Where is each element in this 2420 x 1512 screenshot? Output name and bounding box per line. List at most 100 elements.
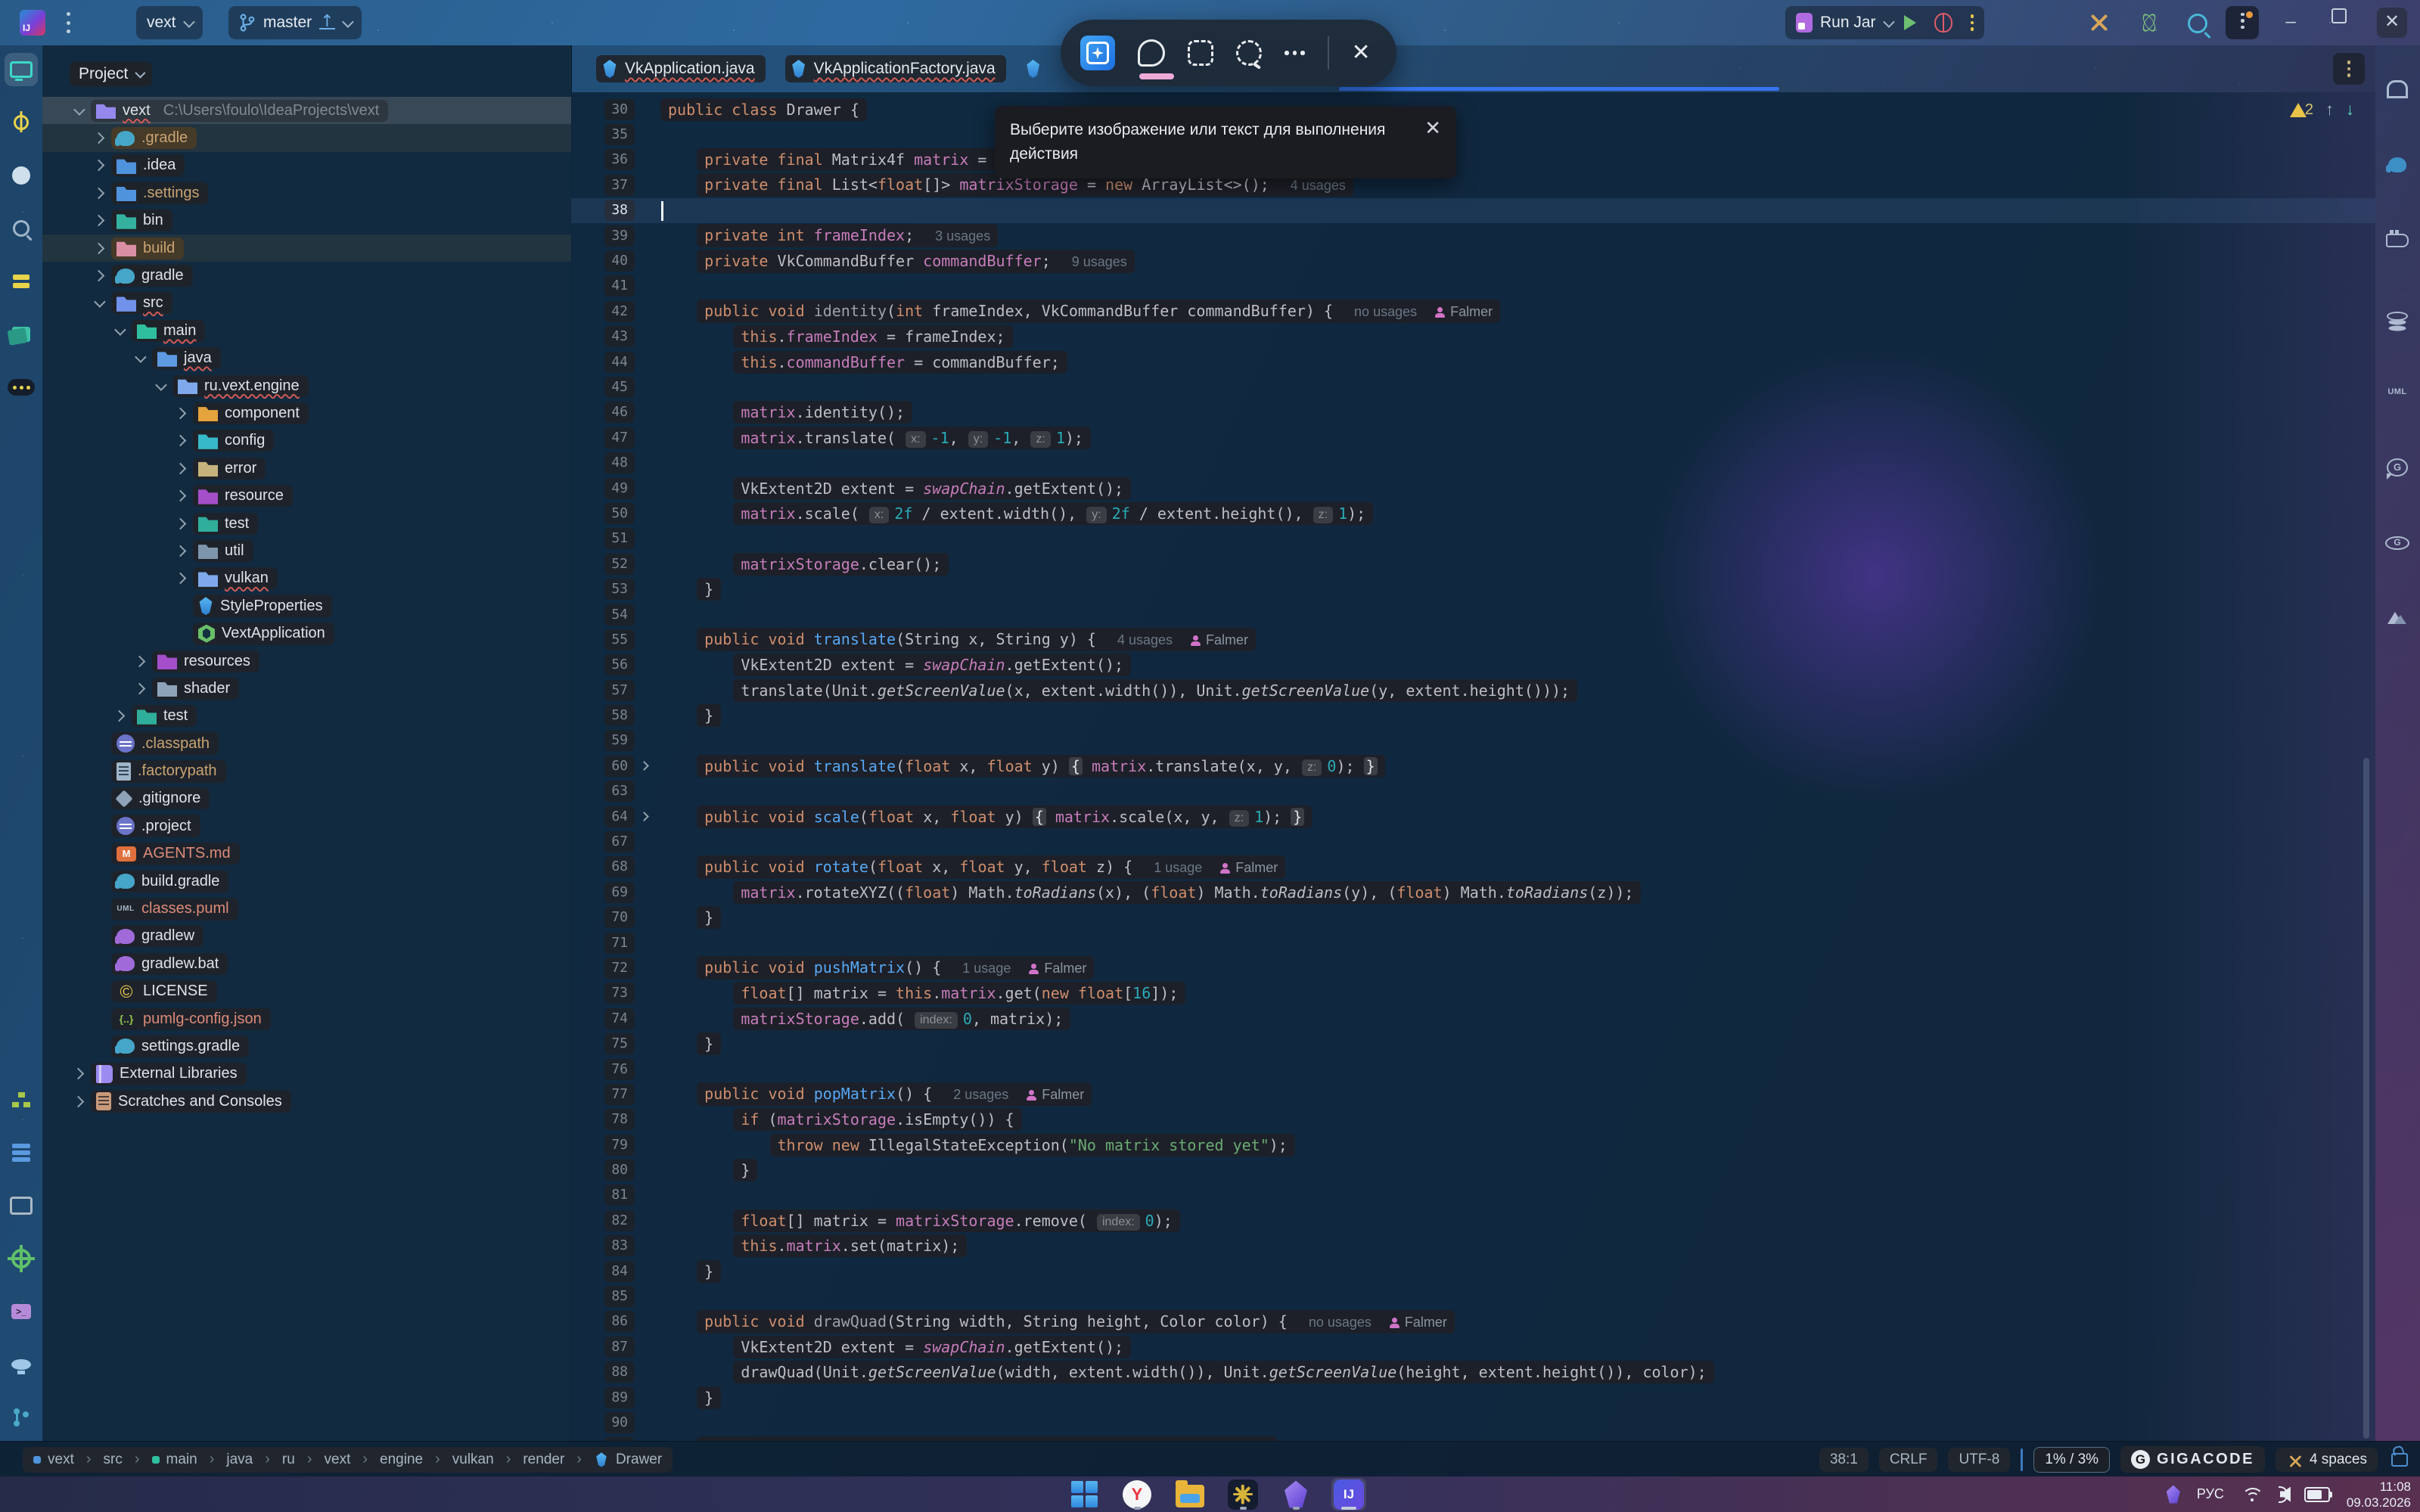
tree-chevron-icon[interactable] bbox=[126, 354, 152, 362]
taskbar-app-star-app[interactable] bbox=[1226, 1478, 1260, 1510]
tool-window-button-services[interactable] bbox=[5, 1136, 38, 1169]
tooltip-close-icon[interactable]: ✕ bbox=[1424, 118, 1441, 166]
ai-quota-widget[interactable]: 1% / 3% bbox=[2033, 1447, 2110, 1473]
code-line-39[interactable]: 39 private int frameIndex;3 usages bbox=[571, 223, 2375, 248]
tab-VkApplicationFactory.java[interactable]: VkApplicationFactory.java bbox=[785, 55, 1006, 82]
tree-item-.project[interactable]: .project bbox=[42, 812, 571, 840]
code-line-50[interactable]: 50 matrix.scale( x:2f / extent.width(), … bbox=[571, 501, 2375, 526]
more-tools-icon[interactable] bbox=[1285, 51, 1305, 55]
breadcrumb-vext[interactable]: vext bbox=[48, 1451, 74, 1468]
battery-icon[interactable] bbox=[2304, 1487, 2330, 1502]
tree-chevron-icon[interactable] bbox=[65, 1098, 91, 1106]
code-line-36[interactable]: 36 private final Matrix4f matrix = bbox=[571, 147, 2375, 172]
run-more-actions-icon[interactable] bbox=[1971, 14, 1974, 31]
volume-icon[interactable] bbox=[2280, 1486, 2288, 1503]
code-line-49[interactable]: 49 VkExtent2D extent = swapChain.getExte… bbox=[571, 476, 2375, 501]
tree-item-.classpath[interactable]: .classpath bbox=[42, 730, 571, 757]
tool-window-button-problems[interactable] bbox=[5, 1189, 38, 1222]
tool-window-button-maven[interactable] bbox=[2381, 602, 2414, 635]
tree-item-util[interactable]: util bbox=[42, 537, 571, 564]
plugins-atom-icon[interactable] bbox=[2138, 11, 2161, 34]
ai-select-tool-icon[interactable] bbox=[1080, 36, 1115, 70]
tree-item-Scratches and Consoles[interactable]: Scratches and Consoles bbox=[42, 1088, 571, 1115]
unlock-icon[interactable] bbox=[2391, 1453, 2408, 1467]
project-panel-header[interactable]: Project bbox=[42, 45, 571, 97]
tree-item-vulkan[interactable]: vulkan bbox=[42, 565, 571, 592]
tree-item-vext[interactable]: vextC:\Users\foulo\IdeaProjects\vext bbox=[42, 97, 571, 124]
chevron-down-icon[interactable] bbox=[1883, 16, 1895, 28]
tree-chevron-icon[interactable] bbox=[85, 216, 111, 225]
code-line-64[interactable]: 64 public void scale(float x, float y) {… bbox=[571, 804, 2375, 829]
tree-item-resources[interactable]: resources bbox=[42, 647, 571, 675]
code-line-82[interactable]: 82 float[] matrix = matrixStorage.remove… bbox=[571, 1208, 2375, 1233]
gigacode-widget[interactable]: GIGACODE bbox=[2120, 1446, 2265, 1473]
encoding-widget[interactable]: UTF-8 bbox=[1948, 1448, 2010, 1472]
tree-chevron-icon[interactable] bbox=[167, 574, 193, 582]
run-config-label[interactable]: Run Jar bbox=[1820, 14, 1876, 32]
code-line-91[interactable]: 91 public void drawQuad(float width, flo… bbox=[571, 1436, 2375, 1441]
code-line-87[interactable]: 87 VkExtent2D extent = swapChain.getExte… bbox=[571, 1334, 2375, 1359]
tree-item-.settings[interactable]: .settings bbox=[42, 179, 571, 206]
breadcrumb-Drawer[interactable]: Drawer bbox=[616, 1451, 662, 1468]
code-line-74[interactable]: 74 matrixStorage.add( index:0, matrix); bbox=[571, 1006, 2375, 1031]
tree-chevron-icon[interactable] bbox=[167, 464, 193, 473]
tree-chevron-icon[interactable] bbox=[85, 189, 111, 197]
close-button[interactable]: ✕ bbox=[2377, 8, 2407, 38]
code-line-77[interactable]: 77 public void popMatrix() {2 usagesFalm… bbox=[571, 1082, 2375, 1107]
taskbar-app-intellij-idea[interactable] bbox=[1331, 1478, 1366, 1510]
intellij-logo-icon[interactable] bbox=[20, 10, 45, 36]
tool-window-button-structure[interactable] bbox=[5, 1083, 38, 1116]
tree-item-StyleProperties[interactable]: StyleProperties bbox=[42, 592, 571, 619]
project-selector[interactable]: vext bbox=[136, 6, 203, 39]
tool-window-button-build[interactable] bbox=[5, 1348, 38, 1381]
code-line-53[interactable]: 53 } bbox=[571, 576, 2375, 601]
tree-chevron-icon[interactable] bbox=[85, 272, 111, 280]
tree-item-bin[interactable]: bin bbox=[42, 207, 571, 234]
tools-icon[interactable] bbox=[2089, 12, 2109, 32]
code-line-88[interactable]: 88 drawQuad(Unit.getScreenValue(width, e… bbox=[571, 1360, 2375, 1385]
close-toolbar-icon[interactable]: ✕ bbox=[1352, 42, 1371, 64]
tree-item-.factorypath[interactable]: .factorypath bbox=[42, 757, 571, 784]
code-line-38[interactable]: 38 bbox=[571, 198, 2375, 223]
code-line-79[interactable]: 79 throw new IllegalStateException("No m… bbox=[571, 1132, 2375, 1157]
caret-position-widget[interactable]: 38:1 bbox=[1819, 1448, 1869, 1472]
code-line-47[interactable]: 47 matrix.translate( x:-1, y:-1, z:1); bbox=[571, 425, 2375, 450]
tree-chevron-icon[interactable] bbox=[106, 327, 132, 335]
tree-item-AGENTS.md[interactable]: AGENTS.md bbox=[42, 840, 571, 868]
tree-item-test[interactable]: test bbox=[42, 510, 571, 537]
tree-item-shader[interactable]: shader bbox=[42, 675, 571, 702]
code-line-44[interactable]: 44 this.commandBuffer = commandBuffer; bbox=[571, 349, 2375, 374]
code-line-76[interactable]: 76 bbox=[571, 1057, 2375, 1082]
fold-marker-icon[interactable] bbox=[635, 762, 653, 769]
breadcrumb-vulkan[interactable]: vulkan bbox=[452, 1451, 494, 1468]
tree-chevron-icon[interactable] bbox=[167, 520, 193, 528]
minimize-button[interactable]: – bbox=[2276, 11, 2306, 35]
tab-active-file[interactable] bbox=[1026, 55, 1041, 82]
code-line-60[interactable]: 60 public void translate(float x, float … bbox=[571, 753, 2375, 778]
code-line-63[interactable]: 63 bbox=[571, 779, 2375, 804]
code-line-59[interactable]: 59 bbox=[571, 728, 2375, 753]
code-line-57[interactable]: 57 translate(Unit.getScreenValue(x, exte… bbox=[571, 678, 2375, 703]
maximize-button[interactable] bbox=[2324, 3, 2354, 27]
tool-window-button-gradle[interactable] bbox=[2381, 148, 2414, 182]
code-line-54[interactable]: 54 bbox=[571, 602, 2375, 627]
tree-item-VextApplication[interactable]: VextApplication bbox=[42, 619, 571, 647]
run-button[interactable] bbox=[1904, 15, 1916, 30]
tree-chevron-icon[interactable] bbox=[85, 299, 111, 307]
tree-item-settings.gradle[interactable]: settings.gradle bbox=[42, 1032, 571, 1060]
tree-item-error[interactable]: error bbox=[42, 455, 571, 482]
tree-item-main[interactable]: main bbox=[42, 317, 571, 344]
tree-item-gradlew[interactable]: gradlew bbox=[42, 923, 571, 950]
debug-button[interactable] bbox=[1934, 13, 1952, 33]
breadcrumb-render[interactable]: render bbox=[523, 1451, 564, 1468]
language-indicator[interactable]: РУС bbox=[2197, 1486, 2224, 1502]
code-line-67[interactable]: 67 bbox=[571, 829, 2375, 854]
tree-item-java[interactable]: java bbox=[42, 345, 571, 372]
search-everywhere-icon[interactable] bbox=[2188, 14, 2207, 33]
indent-widget[interactable]: 4 spaces bbox=[2276, 1448, 2378, 1472]
code-line-58[interactable]: 58 } bbox=[571, 703, 2375, 728]
tool-window-button-commit[interactable] bbox=[5, 106, 38, 139]
breadcrumb-vext[interactable]: vext bbox=[325, 1451, 351, 1468]
code-line-56[interactable]: 56 VkExtent2D extent = swapChain.getExte… bbox=[571, 653, 2375, 678]
tool-window-button-bookmarks[interactable] bbox=[5, 265, 38, 298]
